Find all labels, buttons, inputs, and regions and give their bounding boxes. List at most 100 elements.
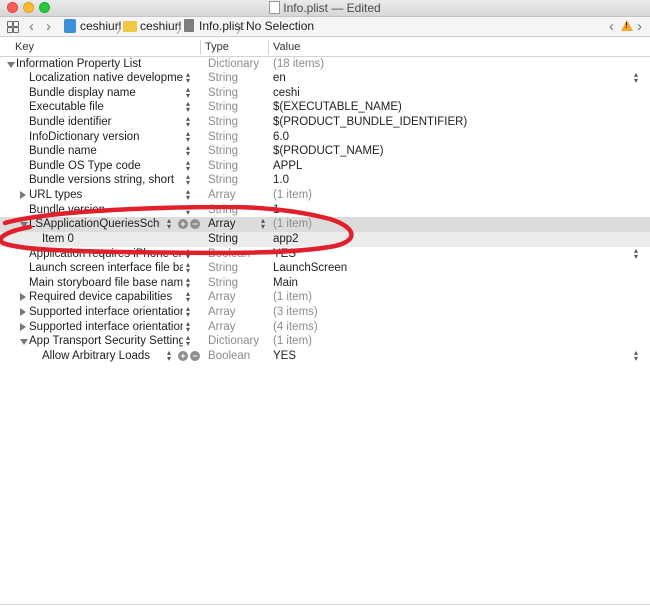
row-key[interactable]: App Transport Security Settings: [29, 335, 183, 347]
type-stepper-icon[interactable]: ▴ ▾: [261, 217, 265, 231]
row-type[interactable]: Array: [208, 218, 235, 230]
row-key[interactable]: Bundle OS Type code: [29, 160, 183, 172]
key-stepper-icon[interactable]: ▴ ▾: [186, 71, 194, 85]
table-row[interactable]: Bundle version ▴ ▾ String 1: [0, 202, 650, 218]
table-row[interactable]: Main storyboard file base name ▴ ▾ String Ma…: [0, 275, 650, 291]
table-row[interactable]: Allow Arbitrary Loads ▴ ▾ + − Boolean YES ▴ ▾: [0, 348, 650, 364]
key-stepper-icon[interactable]: ▴ ▾: [186, 334, 194, 348]
previous-issue-icon[interactable]: ‹: [609, 18, 614, 35]
row-key[interactable]: InfoDictionary version: [29, 131, 183, 143]
key-stepper-icon[interactable]: ▴ ▾: [186, 158, 194, 172]
row-value[interactable]: app2: [273, 233, 299, 245]
table-row[interactable]: App Transport Security Settings ▴ ▾ Diction…: [0, 334, 650, 349]
key-stepper-icon[interactable]: ▴ ▾: [186, 275, 194, 289]
row-key[interactable]: Required device capabilities: [29, 291, 183, 303]
row-value[interactable]: (1 item): [273, 218, 312, 230]
table-row[interactable]: URL types ▴ ▾ Array (1 item): [0, 188, 650, 203]
row-value[interactable]: (3 items): [273, 306, 318, 318]
table-row[interactable]: Bundle display name ▴ ▾ String ceshi: [0, 85, 650, 101]
row-key[interactable]: Launch screen interface file base...: [29, 262, 183, 274]
row-key[interactable]: Information Property List: [16, 58, 183, 70]
disclosure-collapsed-icon[interactable]: [20, 322, 26, 331]
row-type[interactable]: String: [208, 101, 238, 113]
table-row[interactable]: Bundle name ▴ ▾ String $(PRODUCT_NAME): [0, 144, 650, 159]
row-type[interactable]: String: [208, 233, 238, 245]
row-type[interactable]: Array: [208, 306, 235, 318]
row-type[interactable]: String: [208, 204, 238, 216]
row-type[interactable]: String: [208, 72, 238, 84]
table-row[interactable]: Bundle OS Type code ▴ ▾ String APPL: [0, 158, 650, 174]
key-stepper-icon[interactable]: ▴ ▾: [186, 85, 194, 99]
row-type[interactable]: Boolean: [208, 248, 250, 260]
key-stepper-icon[interactable]: ▴ ▾: [186, 290, 194, 304]
row-type[interactable]: String: [208, 145, 238, 157]
row-value[interactable]: Main: [273, 277, 298, 289]
disclosure-expanded-icon[interactable]: [20, 339, 28, 346]
key-stepper-icon[interactable]: ▴ ▾: [186, 100, 194, 114]
next-issue-icon[interactable]: ›: [637, 18, 642, 35]
remove-item-icon[interactable]: −: [190, 350, 200, 361]
row-value[interactable]: $(EXECUTABLE_NAME): [273, 101, 402, 113]
row-value[interactable]: LaunchScreen: [273, 262, 347, 274]
key-stepper-icon[interactable]: ▴ ▾: [167, 217, 175, 231]
row-key[interactable]: Application requires iPhone enviro...: [29, 248, 183, 260]
row-value[interactable]: 6.0: [273, 131, 289, 143]
row-key[interactable]: Bundle versions string, short: [29, 174, 183, 186]
row-value[interactable]: en: [273, 72, 286, 84]
row-type[interactable]: String: [208, 160, 238, 172]
table-row[interactable]: Localization native development re...▴▾S…: [0, 71, 650, 86]
value-popup-stepper-icon[interactable]: ▴ ▾: [634, 71, 638, 85]
back-arrow-icon[interactable]: ‹: [29, 18, 34, 35]
row-value[interactable]: ceshi: [273, 87, 300, 99]
row-value[interactable]: $(PRODUCT_NAME): [273, 145, 384, 157]
key-stepper-icon[interactable]: ▴ ▾: [186, 144, 194, 158]
key-stepper-icon[interactable]: ▴ ▾: [186, 129, 194, 143]
table-row[interactable]: Bundle identifier ▴ ▾ String $(PRODUCT_BUNDL…: [0, 114, 650, 130]
row-value[interactable]: (1 item): [273, 335, 312, 347]
key-stepper-icon[interactable]: ▴ ▾: [186, 261, 194, 275]
value-popup-stepper-icon[interactable]: ▴ ▾: [634, 246, 638, 260]
row-value[interactable]: (1 item): [273, 189, 312, 201]
row-key[interactable]: Bundle version: [29, 204, 183, 216]
table-row[interactable]: Item 0 String app2: [0, 231, 650, 247]
key-stepper-icon[interactable]: ▴ ▾: [186, 173, 194, 187]
column-type-header[interactable]: Type: [205, 41, 229, 53]
row-type[interactable]: String: [208, 277, 238, 289]
forward-arrow-icon[interactable]: ›: [46, 18, 51, 35]
row-value[interactable]: 1.0: [273, 174, 289, 186]
row-type[interactable]: String: [208, 116, 238, 128]
add-item-icon[interactable]: +: [178, 350, 188, 361]
disclosure-collapsed-icon[interactable]: [20, 293, 26, 302]
row-key[interactable]: Bundle identifier: [29, 116, 183, 128]
row-type[interactable]: Array: [208, 321, 235, 333]
key-stepper-icon[interactable]: ▴ ▾: [186, 319, 194, 333]
row-value[interactable]: (4 items): [273, 321, 318, 333]
row-key[interactable]: Main storyboard file base name: [29, 277, 183, 289]
disclosure-expanded-icon[interactable]: [20, 222, 28, 229]
row-key[interactable]: Executable file: [29, 101, 183, 113]
column-key-header[interactable]: Key: [15, 41, 34, 53]
row-type[interactable]: Array: [208, 189, 235, 201]
table-row[interactable]: Required device capabilities ▴ ▾ Array (1 it…: [0, 290, 650, 305]
remove-item-icon[interactable]: −: [190, 219, 200, 230]
table-row[interactable]: Supported interface orientations (i...▴▾…: [0, 319, 650, 335]
row-value[interactable]: YES: [273, 248, 296, 260]
key-stepper-icon[interactable]: ▴ ▾: [186, 188, 194, 202]
row-key[interactable]: Item 0: [42, 233, 183, 245]
row-value[interactable]: YES: [273, 350, 296, 362]
row-key[interactable]: Bundle name: [29, 145, 183, 157]
column-value-header[interactable]: Value: [273, 41, 300, 53]
value-popup-stepper-icon[interactable]: ▴ ▾: [634, 348, 638, 362]
disclosure-collapsed-icon[interactable]: [20, 191, 26, 200]
row-value[interactable]: $(PRODUCT_BUNDLE_IDENTIFIER): [273, 116, 467, 128]
row-key[interactable]: Allow Arbitrary Loads: [42, 350, 160, 362]
row-value[interactable]: 1: [273, 204, 279, 216]
row-key[interactable]: Localization native development re...: [29, 72, 183, 84]
key-stepper-icon[interactable]: ▴ ▾: [186, 114, 194, 128]
table-row[interactable]: Launch screen interface file base...▴▾ St…: [0, 261, 650, 276]
table-row[interactable]: Supported interface orientations ▴ ▾ Array (…: [0, 305, 650, 320]
row-type[interactable]: Dictionary: [208, 335, 259, 347]
key-stepper-icon[interactable]: ▴ ▾: [186, 305, 194, 319]
table-row[interactable]: LSApplicationQueriesSchemes▴▾+−Array▴▾(1…: [0, 217, 650, 232]
disclosure-collapsed-icon[interactable]: [20, 308, 26, 317]
